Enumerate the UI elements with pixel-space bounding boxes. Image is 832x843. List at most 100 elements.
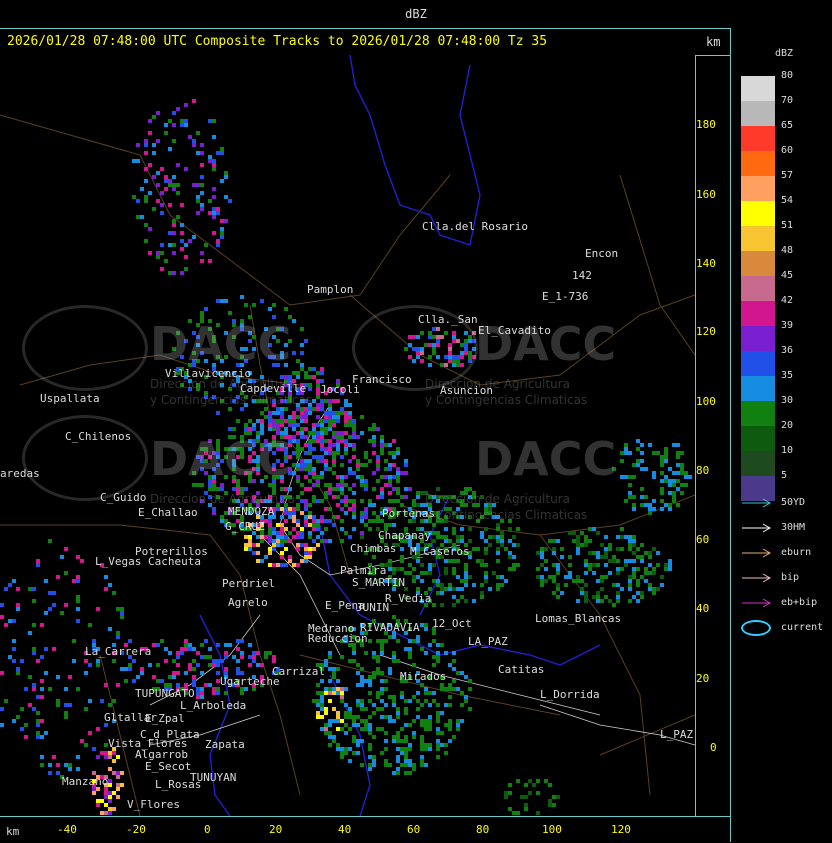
place-label: 142: [572, 269, 592, 282]
radar-echo-pixel: [452, 559, 456, 563]
radar-echo-pixel: [332, 515, 336, 519]
radar-echo-pixel: [412, 639, 416, 643]
radar-echo-pixel: [360, 499, 364, 503]
radar-echo-pixel: [508, 807, 512, 811]
radar-echo-pixel: [244, 543, 248, 547]
radar-echo-pixel: [320, 471, 324, 475]
radar-echo-pixel: [292, 527, 296, 531]
radar-echo-pixel: [524, 807, 528, 811]
radar-echo-pixel: [640, 495, 644, 499]
radar-echo-pixel: [224, 655, 228, 659]
radar-echo-pixel: [312, 515, 316, 519]
y-tick-label: 140: [696, 257, 716, 270]
radar-echo-pixel: [368, 639, 372, 643]
radar-echo-pixel: [388, 715, 392, 719]
radar-echo-pixel: [196, 183, 200, 187]
radar-echo-pixel: [336, 679, 340, 683]
radar-echo-pixel: [336, 431, 340, 435]
radar-echo-pixel: [364, 719, 368, 723]
radar-echo-pixel: [328, 743, 332, 747]
radar-echo-pixel: [48, 687, 52, 691]
radar-echo-pixel: [332, 399, 336, 403]
radar-echo-pixel: [352, 751, 356, 755]
radar-echo-pixel: [64, 687, 68, 691]
radar-echo-pixel: [148, 191, 152, 195]
radar-echo-pixel: [460, 579, 464, 583]
radar-echo-pixel: [176, 663, 180, 667]
radar-echo-pixel: [204, 243, 208, 247]
radar-echo-pixel: [384, 639, 388, 643]
track-arrow-icon: [742, 548, 772, 558]
radar-echo-pixel: [300, 559, 304, 563]
radar-echo-pixel: [44, 579, 48, 583]
radar-echo-pixel: [376, 519, 380, 523]
radar-echo-pixel: [556, 587, 560, 591]
radar-echo-pixel: [160, 679, 164, 683]
radar-echo-pixel: [288, 555, 292, 559]
radar-echo-pixel: [248, 539, 252, 543]
radar-echo-pixel: [640, 559, 644, 563]
radar-echo-pixel: [596, 563, 600, 567]
dacc-subtitle-4a: Direccion de Agricultura: [425, 492, 570, 506]
x-axis: km -40 -20 0 20 40 60 80 100 120: [0, 816, 730, 843]
radar-echo-pixel: [172, 243, 176, 247]
radar-echo-pixel: [284, 487, 288, 491]
radar-echo-pixel: [440, 643, 444, 647]
radar-echo-pixel: [172, 139, 176, 143]
radar-echo-pixel: [188, 239, 192, 243]
radar-echo-pixel: [312, 447, 316, 451]
radar-echo-pixel: [52, 591, 56, 595]
radar-echo-pixel: [668, 559, 672, 563]
radar-echo-pixel: [108, 807, 112, 811]
radar-echo-pixel: [508, 551, 512, 555]
radar-echo-pixel: [216, 659, 220, 663]
radar-echo-pixel: [56, 675, 60, 679]
radar-echo-pixel: [300, 431, 304, 435]
radar-echo-pixel: [320, 399, 324, 403]
track-arrow-icon: [742, 523, 772, 533]
radar-echo-pixel: [420, 755, 424, 759]
radar-echo-pixel: [284, 307, 288, 311]
radar-echo-pixel: [120, 607, 124, 611]
radar-echo-pixel: [544, 559, 548, 563]
radar-echo-pixel: [644, 467, 648, 471]
radar-echo-pixel: [388, 443, 392, 447]
radar-echo-pixel: [364, 679, 368, 683]
radar-echo-pixel: [356, 699, 360, 703]
radar-echo-pixel: [428, 743, 432, 747]
radar-echo-pixel: [212, 135, 216, 139]
radar-echo-pixel: [40, 719, 44, 723]
radar-echo-pixel: [444, 687, 448, 691]
radar-echo-pixel: [396, 715, 400, 719]
radar-echo-pixel: [340, 479, 344, 483]
radar-echo-pixel: [428, 567, 432, 571]
legend-level-label: 36: [781, 345, 794, 356]
radar-echo-pixel: [236, 659, 240, 663]
radar-echo-pixel: [464, 571, 468, 575]
radar-echo-pixel: [208, 119, 212, 123]
radar-echo-pixel: [384, 747, 388, 751]
radar-echo-pixel: [376, 495, 380, 499]
radar-map[interactable]: DACC DACC DACC DACC Direccion de Agricul…: [0, 55, 696, 816]
radar-echo-pixel: [368, 519, 372, 523]
radar-echo-pixel: [16, 667, 20, 671]
radar-echo-pixel: [296, 439, 300, 443]
radar-echo-pixel: [452, 735, 456, 739]
radar-echo-pixel: [668, 479, 672, 483]
radar-echo-pixel: [304, 559, 308, 563]
radar-echo-pixel: [152, 151, 156, 155]
radar-echo-pixel: [636, 439, 640, 443]
radar-echo-pixel: [676, 443, 680, 447]
radar-echo-pixel: [256, 535, 260, 539]
x-tick-label: 80: [476, 823, 490, 836]
radar-echo-pixel: [628, 475, 632, 479]
radar-echo-pixel: [608, 571, 612, 575]
radar-echo-pixel: [336, 451, 340, 455]
legend-level-label: 39: [781, 320, 794, 331]
radar-echo-pixel: [84, 743, 88, 747]
radar-echo-pixel: [328, 651, 332, 655]
radar-echo-pixel: [596, 551, 600, 555]
radar-echo-pixel: [220, 231, 224, 235]
radar-echo-pixel: [208, 683, 212, 687]
radar-echo-pixel: [352, 483, 356, 487]
